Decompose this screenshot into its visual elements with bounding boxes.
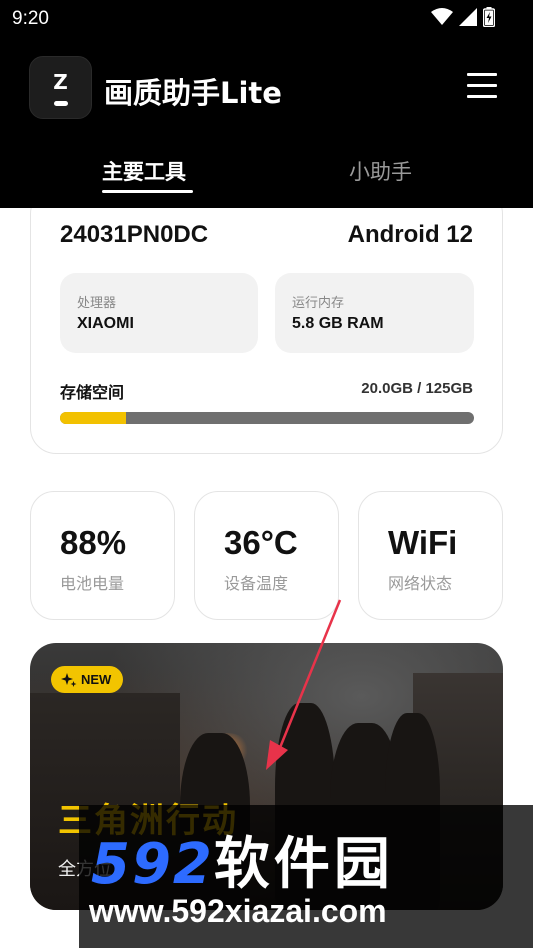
processor-box: 处理器 XIAOMI — [60, 273, 258, 353]
processor-value: XIAOMI — [77, 315, 134, 332]
battery-card[interactable]: 88% 电池电量 — [30, 491, 175, 620]
ram-box: 运行内存 5.8 GB RAM — [275, 273, 474, 353]
wifi-icon — [431, 8, 453, 25]
battery-value: 88% — [60, 524, 127, 561]
active-tab-indicator — [102, 190, 193, 193]
ram-label: 运行内存 — [292, 296, 345, 311]
ram-value: 5.8 GB RAM — [292, 315, 384, 332]
temperature-card[interactable]: 36°C 设备温度 — [194, 491, 339, 620]
battery-charging-icon — [483, 7, 495, 27]
new-badge-label: NEW — [81, 672, 112, 687]
status-bar: 9:20 — [0, 0, 533, 36]
storage-value: 20.0GB / 125GB — [361, 380, 473, 397]
storage-label: 存储空间 — [60, 383, 125, 402]
device-model: 24031PN0DC — [60, 221, 209, 248]
tab-main-tools[interactable]: 主要工具 — [102, 156, 186, 186]
watermark: 592软件园 www.592xiazai.com — [79, 805, 533, 948]
watermark-text: 软件园 — [213, 832, 394, 897]
app-logo-letter: Z — [53, 70, 68, 94]
status-icons — [431, 7, 495, 27]
network-card[interactable]: WiFi 网络状态 — [358, 491, 503, 620]
watermark-digits: 592 — [91, 832, 214, 897]
status-time: 9:20 — [12, 8, 49, 29]
battery-label: 电池电量 — [60, 574, 125, 593]
storage-progress-fill — [60, 412, 127, 424]
watermark-brand: 592软件园 — [91, 819, 394, 900]
network-value: WiFi — [388, 524, 458, 561]
tab-helper[interactable]: 小助手 — [349, 156, 412, 186]
watermark-url: www.592xiazai.com — [89, 893, 387, 929]
app-header: Z 画质助手Lite 主要工具 小助手 — [0, 36, 533, 208]
temperature-label: 设备温度 — [224, 574, 289, 593]
android-version: Android 12 — [347, 221, 473, 248]
network-label: 网络状态 — [388, 574, 453, 593]
signal-icon — [459, 8, 477, 26]
sparkle-icon — [61, 672, 77, 687]
new-badge: NEW — [51, 666, 124, 693]
app-logo-mark — [54, 101, 68, 106]
menu-icon[interactable] — [467, 73, 497, 99]
temperature-value: 36°C — [224, 524, 298, 561]
processor-label: 处理器 — [77, 296, 117, 311]
storage-progress-bar — [60, 412, 474, 424]
app-title: 画质助手Lite — [104, 76, 282, 110]
app-logo: Z — [29, 56, 92, 119]
